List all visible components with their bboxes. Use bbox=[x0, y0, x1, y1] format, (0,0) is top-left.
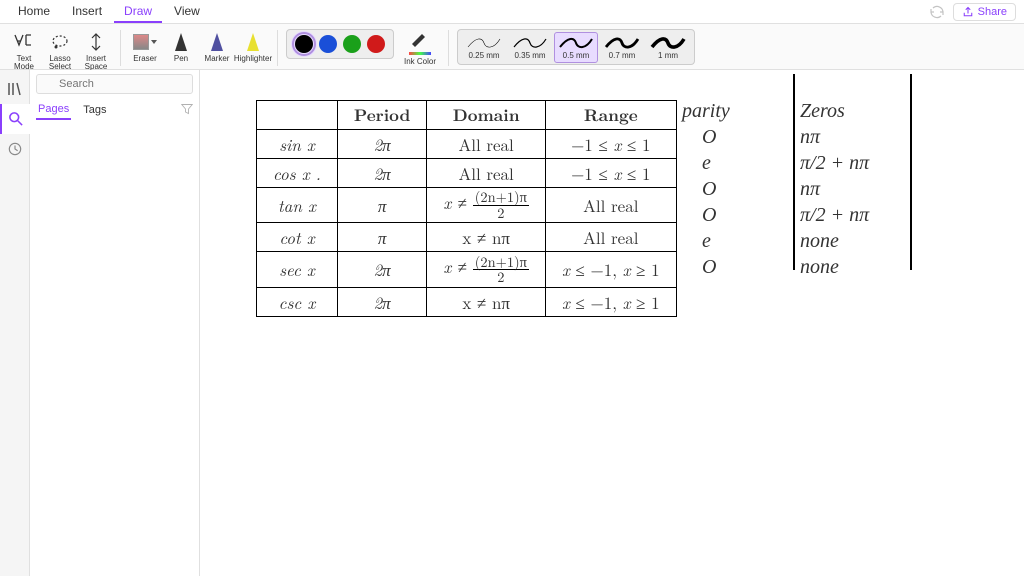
insert-space-label: Insert Space bbox=[82, 55, 110, 71]
eraser-icon bbox=[133, 34, 149, 50]
color-green[interactable] bbox=[343, 35, 361, 53]
stroke-0.25mm[interactable]: 0.25 mm bbox=[462, 33, 506, 62]
ink-color-button[interactable]: Ink Color bbox=[400, 28, 440, 68]
menu-insert[interactable]: Insert bbox=[62, 1, 112, 23]
pen-button[interactable]: Pen bbox=[165, 28, 197, 65]
menubar: Home Insert Draw View Share bbox=[0, 0, 1024, 24]
lasso-label: Lasso Select bbox=[46, 55, 74, 71]
insert-space-button[interactable]: Insert Space bbox=[80, 28, 112, 73]
marker-icon bbox=[211, 33, 223, 51]
highlighter-icon bbox=[247, 33, 259, 51]
highlighter-button[interactable]: Highlighter bbox=[237, 28, 269, 65]
share-label: Share bbox=[978, 6, 1007, 18]
stroke-width-palette: 0.25 mm0.35 mm0.5 mm0.7 mm1 mm bbox=[457, 29, 695, 65]
menu-view[interactable]: View bbox=[164, 1, 210, 23]
color-black[interactable] bbox=[295, 35, 313, 53]
table-row: sec x2πx ≠ (2n+1)π2x ≤ −1, x ≥ 1 bbox=[257, 252, 677, 287]
table-row: cos x .2πAll real−1 ≤ x ≤ 1 bbox=[257, 159, 677, 188]
text-mode-button[interactable]: Text Mode bbox=[8, 28, 40, 73]
rail-library-button[interactable] bbox=[0, 74, 30, 104]
canvas[interactable]: PeriodDomainRangesin x2πAll real−1 ≤ x ≤… bbox=[200, 70, 1024, 576]
color-palette bbox=[286, 29, 394, 59]
color-red[interactable] bbox=[367, 35, 385, 53]
left-rail bbox=[0, 70, 30, 576]
separator bbox=[120, 30, 121, 66]
text-mode-label: Text Mode bbox=[10, 55, 38, 71]
table-header: Range bbox=[545, 101, 676, 130]
eraser-label: Eraser bbox=[133, 55, 157, 63]
highlighter-label: Highlighter bbox=[234, 55, 272, 63]
tab-pages[interactable]: Pages bbox=[36, 100, 71, 120]
tab-tags[interactable]: Tags bbox=[81, 101, 108, 119]
sidebar: Pages Tags bbox=[30, 70, 200, 576]
separator bbox=[448, 30, 449, 66]
menu-home[interactable]: Home bbox=[8, 1, 60, 23]
table-header: Period bbox=[337, 101, 426, 130]
table-header bbox=[257, 101, 338, 130]
toolbar: Text Mode Lasso Select Insert Space Eras… bbox=[0, 24, 1024, 70]
table-row: sin x2πAll real−1 ≤ x ≤ 1 bbox=[257, 130, 677, 159]
share-button[interactable]: Share bbox=[953, 3, 1016, 21]
pen-label: Pen bbox=[174, 55, 188, 63]
sync-icon[interactable] bbox=[929, 4, 945, 20]
handwriting-parity-col: parityOeOOeO bbox=[682, 98, 730, 280]
chevron-down-icon bbox=[151, 40, 157, 44]
ink-color-label: Ink Color bbox=[404, 57, 436, 66]
handwriting-divider bbox=[910, 74, 912, 270]
handwriting-zeros-col: Zerosnππ/2 + nπnππ/2 + nπnonenone bbox=[800, 98, 869, 280]
search-wrap bbox=[36, 74, 193, 94]
tool-group-pens: Eraser Pen Marker Highlighter bbox=[129, 28, 269, 65]
menubar-right: Share bbox=[929, 3, 1016, 21]
pen-icon bbox=[175, 33, 187, 51]
menu-draw[interactable]: Draw bbox=[114, 1, 162, 23]
color-blue[interactable] bbox=[319, 35, 337, 53]
stroke-0.5mm[interactable]: 0.5 mm bbox=[554, 32, 598, 63]
stroke-1mm[interactable]: 1 mm bbox=[646, 33, 690, 62]
tool-group-select: Text Mode Lasso Select Insert Space bbox=[8, 28, 112, 73]
marker-label: Marker bbox=[205, 55, 230, 63]
table-row: csc x2πx ≠ nπx ≤ −1, x ≥ 1 bbox=[257, 287, 677, 316]
stroke-0.7mm[interactable]: 0.7 mm bbox=[600, 33, 644, 62]
lasso-select-button[interactable]: Lasso Select bbox=[44, 28, 76, 73]
menu-items: Home Insert Draw View bbox=[8, 1, 210, 23]
trig-table: PeriodDomainRangesin x2πAll real−1 ≤ x ≤… bbox=[256, 100, 677, 317]
filter-icon[interactable] bbox=[181, 103, 193, 118]
rail-history-button[interactable] bbox=[0, 134, 30, 164]
table-row: tan xπx ≠ (2n+1)π2All real bbox=[257, 188, 677, 223]
separator bbox=[277, 30, 278, 66]
rail-search-button[interactable] bbox=[0, 104, 30, 134]
table-header: Domain bbox=[427, 101, 546, 130]
main-area: Pages Tags PeriodDomainRangesin x2πAll r… bbox=[0, 70, 1024, 576]
ink-color-swatch-icon bbox=[409, 52, 431, 55]
eraser-button[interactable]: Eraser bbox=[129, 28, 161, 65]
marker-button[interactable]: Marker bbox=[201, 28, 233, 65]
handwriting-divider bbox=[793, 74, 795, 270]
sidebar-tabs: Pages Tags bbox=[36, 100, 193, 120]
search-input[interactable] bbox=[36, 74, 193, 94]
table-row: cot xπx ≠ nπAll real bbox=[257, 223, 677, 252]
stroke-0.35mm[interactable]: 0.35 mm bbox=[508, 33, 552, 62]
